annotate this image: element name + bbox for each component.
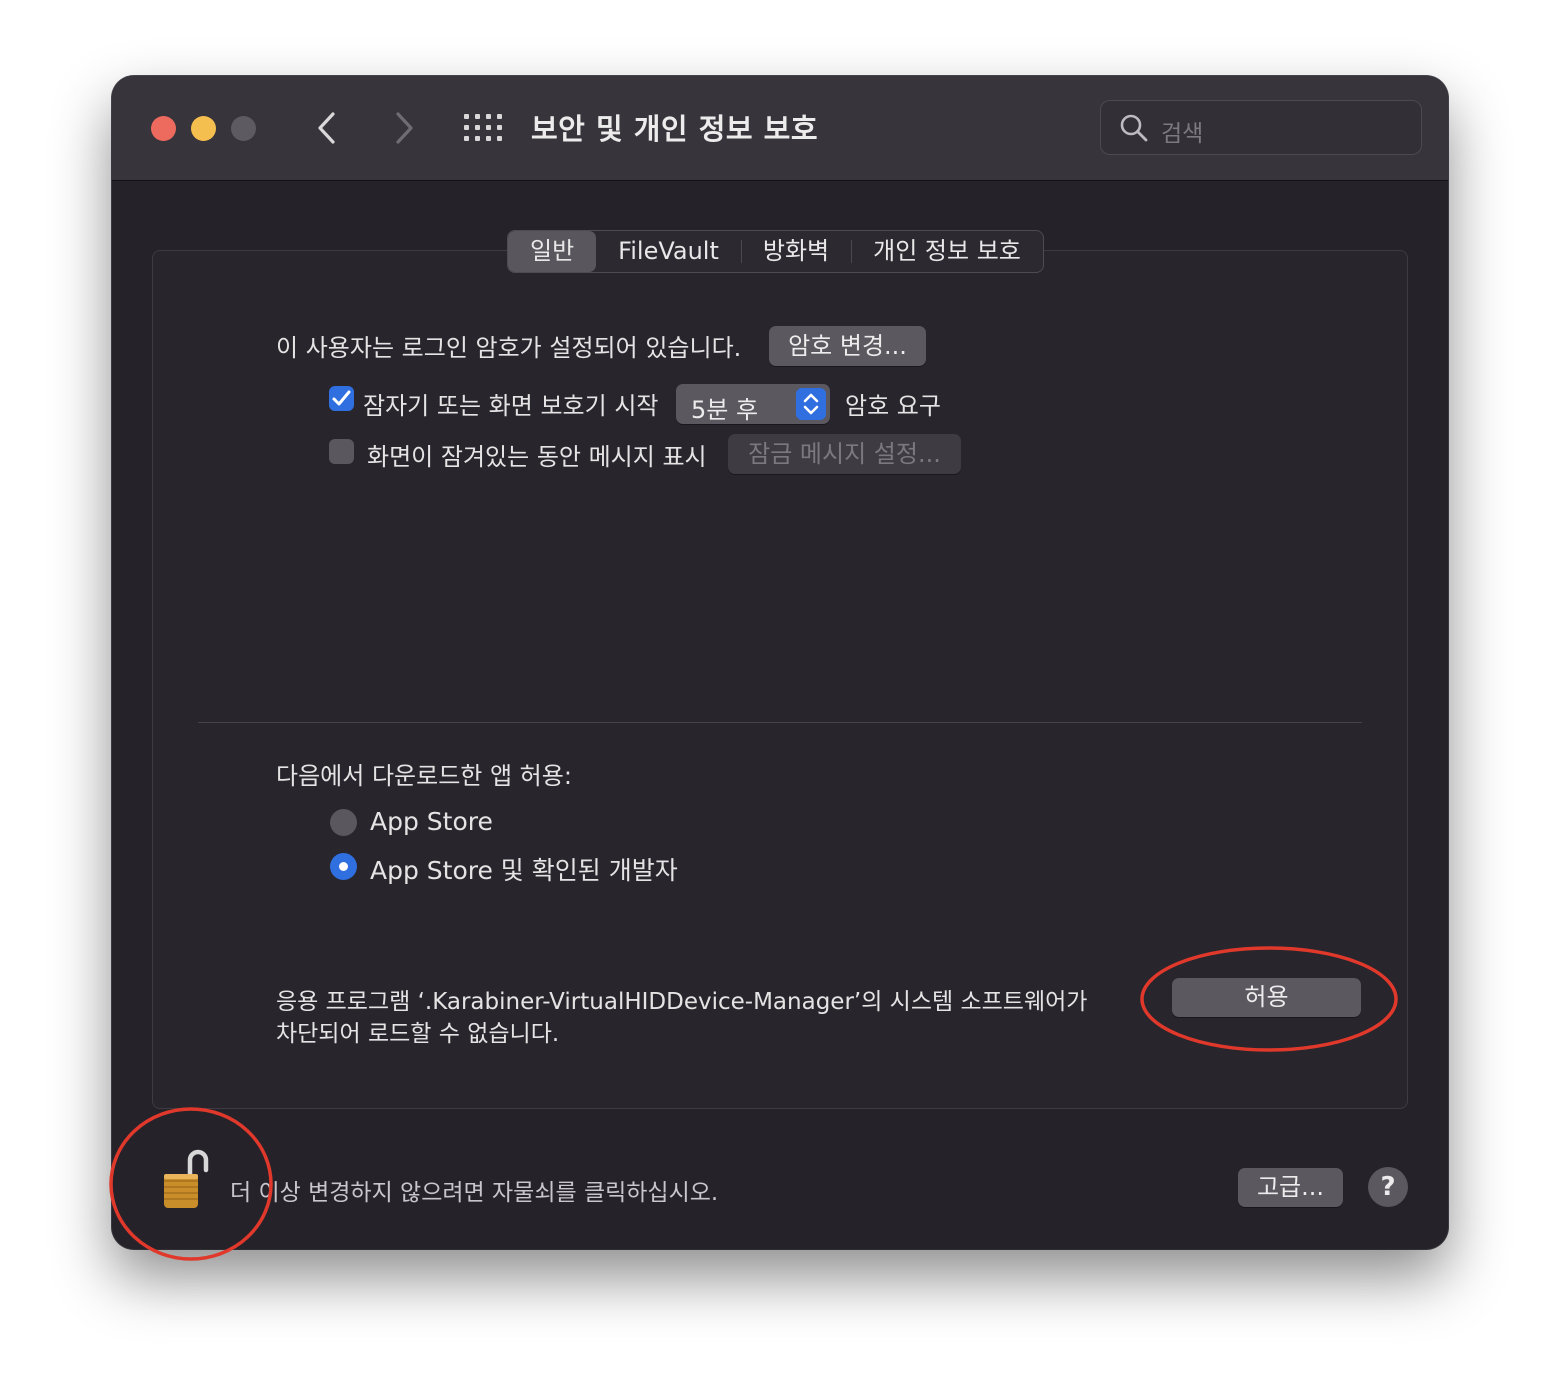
preferences-window: 보안 및 개인 정보 보호 검색 일반 FileVault 방화벽 개인 정보 … (112, 76, 1448, 1249)
require-password-checkbox[interactable] (329, 386, 354, 411)
require-password-label: 잠자기 또는 화면 보호기 시작 (363, 392, 659, 420)
show-message-checkbox[interactable] (329, 439, 354, 464)
blocked-message-line1: 응용 프로그램 ‘.Karabiner-VirtualHIDDevice-Man… (276, 989, 1088, 1015)
download-heading: 다음에서 다운로드한 앱 허용: (276, 762, 572, 790)
section-divider (198, 722, 1362, 723)
radio-app-store-identified-label: App Store 및 확인된 개발자 (370, 856, 678, 885)
advanced-button[interactable]: 고급... (1238, 1168, 1343, 1207)
popup-value: 5분 후 (691, 396, 759, 424)
stepper-arrows-icon (796, 388, 826, 420)
require-password-suffix: 암호 요구 (845, 392, 941, 420)
titlebar: 보안 및 개인 정보 보호 검색 (112, 76, 1448, 181)
forward-button[interactable] (383, 108, 423, 148)
change-password-button[interactable]: 암호 변경... (769, 326, 926, 366)
lock-instruction-text: 더 이상 변경하지 않으려면 자물쇠를 클릭하십시오. (230, 1180, 719, 1206)
checkmark-icon (332, 390, 351, 406)
lock-message-button[interactable]: 잠금 메시지 설정... (728, 434, 961, 474)
blocked-message-line2: 차단되어 로드할 수 없습니다. (276, 1021, 560, 1047)
tab-bar: 일반 FileVault 방화벽 개인 정보 보호 (507, 230, 1044, 273)
back-chevron-icon (318, 112, 335, 144)
radio-app-store[interactable] (330, 809, 357, 836)
show-message-label: 화면이 잠겨있는 동안 메시지 표시 (367, 443, 707, 471)
allow-button[interactable]: 허용 (1172, 978, 1361, 1017)
tab-general[interactable]: 일반 (508, 231, 597, 272)
help-button[interactable]: ? (1368, 1167, 1408, 1207)
unlocked-padlock-icon[interactable] (160, 1144, 212, 1210)
back-button[interactable] (308, 108, 348, 148)
forward-chevron-icon (396, 112, 413, 144)
minimize-button[interactable] (191, 116, 216, 141)
grid-icon[interactable] (464, 114, 502, 142)
tab-firewall[interactable]: 방화벽 (740, 231, 851, 272)
search-placeholder: 검색 (1161, 121, 1204, 147)
tab-privacy[interactable]: 개인 정보 보호 (851, 231, 1043, 272)
radio-app-store-label: App Store (370, 807, 493, 836)
require-password-delay-popup[interactable]: 5분 후 (676, 384, 830, 424)
password-status-text: 이 사용자는 로그인 암호가 설정되어 있습니다. (276, 334, 742, 362)
tab-filevault[interactable]: FileVault (596, 231, 741, 272)
window-title: 보안 및 개인 정보 보호 (531, 112, 819, 146)
radio-app-store-identified[interactable] (330, 853, 357, 880)
zoom-button[interactable] (231, 116, 256, 141)
search-field[interactable]: 검색 (1100, 100, 1422, 155)
search-icon (1120, 114, 1148, 142)
close-button[interactable] (151, 116, 176, 141)
